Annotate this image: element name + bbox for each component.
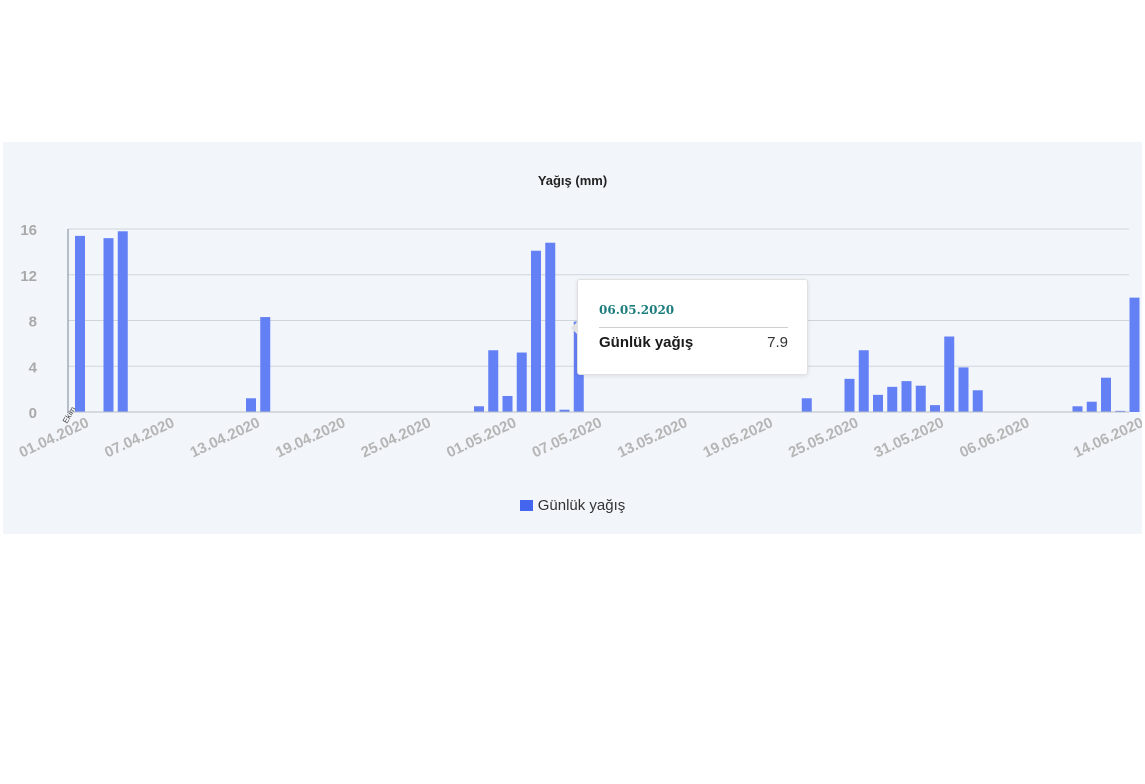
bar[interactable] [474, 406, 484, 412]
x-tick-label: 31.05.2020 [871, 414, 946, 461]
bar[interactable] [901, 381, 912, 412]
x-tick-label: 19.04.2020 [273, 414, 348, 461]
x-tick-label: 07.04.2020 [102, 414, 177, 461]
x-tick-label: 13.04.2020 [187, 414, 262, 461]
bar[interactable] [972, 390, 983, 412]
bar[interactable] [531, 250, 541, 412]
tooltip: 06.05.2020 Günlük yağış 7.9 [571, 279, 808, 375]
tooltip-date: 06.05.2020 [599, 303, 675, 317]
y-tick-label: 16 [20, 222, 37, 239]
x-tick-label: 13.05.2020 [615, 414, 690, 461]
chart-panel: Ekim 0 4 8 12 16 01.04.2020 07.04.2020 13.04.2… [3, 142, 1142, 534]
bar[interactable] [887, 386, 898, 412]
x-tick-labels: 01.04.2020 07.04.2020 13.04.2020 19.04.2020… [16, 414, 1142, 461]
legend[interactable]: Günlük yağış [3, 497, 1142, 514]
y-tick-label: 0 [29, 405, 37, 422]
bar[interactable] [873, 394, 883, 412]
bar[interactable] [260, 317, 271, 412]
legend-label: Günlük yağış [537, 497, 626, 514]
legend-swatch [519, 500, 533, 511]
bar[interactable] [502, 395, 513, 412]
tooltip-value: 7.9 [767, 334, 788, 351]
bar[interactable] [915, 385, 926, 412]
x-tick-label: 25.05.2020 [786, 414, 861, 461]
chart-title: Yağış (mm) [537, 173, 608, 188]
bar[interactable] [1129, 297, 1140, 412]
bar[interactable] [1086, 401, 1097, 412]
y-tick-label: 4 [29, 359, 38, 376]
x-tick-label: 14.06.2020 [1071, 414, 1142, 461]
bar[interactable] [75, 235, 85, 412]
x-tick-label: 19.05.2020 [700, 414, 775, 461]
bar[interactable] [858, 350, 869, 412]
x-tick-label: 07.05.2020 [529, 414, 604, 461]
bar-chart: Ekim 0481216 01.04.2020 07.04.2020 13.04.2… [16, 222, 1142, 461]
bar[interactable] [545, 242, 556, 412]
tooltip-divider [599, 327, 788, 328]
bar[interactable] [801, 398, 812, 412]
x-tick-label: 06.06.2020 [957, 414, 1032, 461]
bar[interactable] [944, 336, 955, 412]
x-tick-label: 01.05.2020 [444, 414, 519, 461]
bar[interactable] [103, 238, 114, 412]
bar[interactable] [930, 405, 940, 412]
bar[interactable] [516, 352, 527, 412]
bar[interactable] [1101, 377, 1111, 412]
y-tick-labels: 0 4 8 12 16 [20, 222, 37, 422]
bar[interactable] [488, 350, 499, 412]
bar[interactable] [844, 378, 855, 412]
tooltip-series-label: Günlük yağış [599, 334, 694, 351]
bar[interactable] [1072, 406, 1083, 412]
bar[interactable] [958, 367, 969, 412]
y-tick-label: 8 [29, 314, 37, 331]
y-tick-label: 12 [20, 268, 37, 285]
x-tick-label: 25.04.2020 [358, 414, 433, 461]
bar[interactable] [117, 231, 128, 412]
bar[interactable] [246, 398, 256, 412]
tooltip-arrow [571, 321, 578, 335]
